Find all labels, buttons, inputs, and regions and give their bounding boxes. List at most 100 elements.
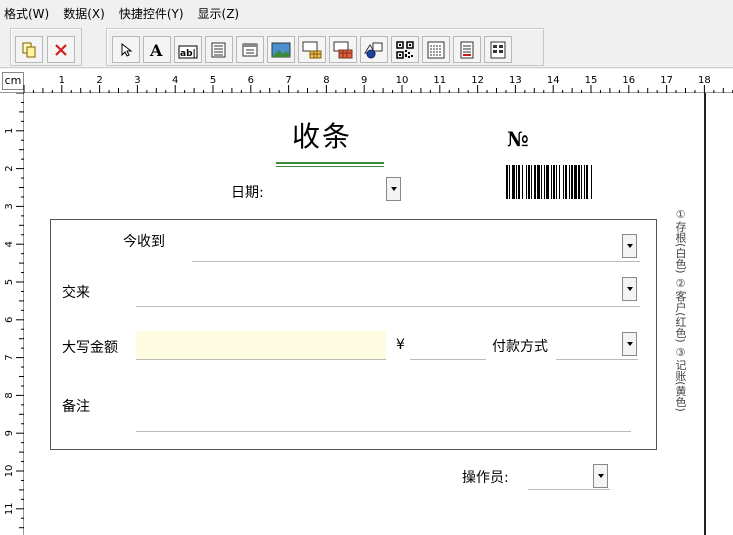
list-lines-icon (427, 41, 445, 58)
copy-button[interactable] (15, 36, 43, 63)
ruler-label: 11 (4, 502, 15, 515)
amount-field[interactable] (136, 331, 386, 359)
image-tool-button[interactable] (267, 36, 295, 63)
ruler-label: 3 (4, 203, 15, 209)
ruler-label: 15 (585, 75, 598, 86)
ruler-label: 9 (4, 430, 15, 436)
ruler-label: 8 (4, 392, 15, 398)
received-from-line (192, 261, 640, 262)
toolbar-group-controls: A ab| (106, 28, 544, 66)
barcode-bar (518, 165, 520, 199)
barcode-bar (534, 165, 536, 199)
amount-label[interactable]: 大写金额 (62, 337, 118, 357)
operator-label[interactable]: 操作员: (462, 467, 509, 487)
ruler-label: 4 (4, 241, 15, 247)
payment-method-line (556, 359, 638, 360)
ruler-label: 10 (4, 465, 15, 478)
barcode-bar (584, 165, 585, 199)
barcode-bar (578, 165, 580, 199)
toolbar: A ab| (0, 26, 733, 68)
list-lines-tool-button[interactable] (422, 36, 450, 63)
ruler-label: 18 (698, 75, 711, 86)
received-from-dropdown[interactable] (622, 234, 637, 258)
ruler-label: 5 (210, 75, 216, 86)
copies-note[interactable]: ①存根(白色) ②客户(红色) ③记账(黄色) (672, 208, 687, 412)
payment-method-dropdown[interactable] (622, 332, 637, 356)
menu-bar: 格式(W) 数据(X) 快捷控件(Y) 显示(Z) (0, 0, 733, 26)
image-icon (271, 42, 291, 57)
barcode-bar (541, 165, 542, 199)
doc-icon (460, 41, 474, 58)
currency-symbol[interactable]: ¥ (396, 337, 405, 353)
amount-line (136, 359, 386, 360)
barcode-bar (544, 165, 545, 199)
barcode-bar (591, 165, 592, 199)
operator-dropdown[interactable] (593, 464, 608, 488)
ruler-label: 6 (248, 75, 254, 86)
deliver-dropdown[interactable] (622, 277, 637, 301)
barcode-bar (559, 165, 560, 199)
grid-table-tool-button[interactable] (329, 36, 357, 63)
columns-tool-button[interactable] (484, 36, 512, 63)
barcode-bar (581, 165, 582, 199)
delete-icon (55, 43, 67, 56)
barcode-bar (537, 165, 540, 199)
design-canvas[interactable]: 收条 № 日期: 今收到 交来 大写金额 ¥ 付款方式 备注 操作员: ①存根(… (24, 93, 704, 535)
ruler-label: 16 (622, 75, 635, 86)
number-label[interactable]: № (507, 127, 529, 151)
barcode-bar (574, 165, 577, 199)
barcode-bar (528, 165, 530, 199)
menu-display[interactable]: 显示(Z) (198, 5, 240, 22)
text-tool-button[interactable]: A (143, 36, 171, 63)
menu-data[interactable]: 数据(X) (63, 5, 105, 22)
remark-label[interactable]: 备注 (62, 396, 90, 416)
ruler-label: 9 (361, 75, 367, 86)
deliver-line (136, 306, 640, 307)
table-tool-button[interactable] (298, 36, 326, 63)
barcode-bar (553, 165, 555, 199)
title-underline-2 (276, 166, 384, 167)
ruler-label: 3 (134, 75, 140, 86)
qrcode-icon (396, 40, 414, 59)
barcode-bar (531, 165, 532, 199)
pointer-icon (121, 42, 133, 57)
received-from-label[interactable]: 今收到 (123, 231, 165, 251)
window-tool-button[interactable] (236, 36, 264, 63)
window-icon (242, 43, 258, 56)
shape-icon (364, 42, 383, 58)
ruler-label: 12 (471, 75, 484, 86)
horizontal-ruler: cm 1 2 3 4 5 6 7 8 9 10 11 12 13 14 15 16 17 18 (0, 69, 733, 93)
doc-tool-button[interactable] (453, 36, 481, 63)
deliver-label[interactable]: 交来 (62, 282, 90, 302)
ruler-label: 7 (285, 75, 291, 86)
text-icon: A (149, 41, 163, 59)
barcode-bar (522, 165, 523, 199)
qrcode-tool-button[interactable] (391, 36, 419, 63)
title-underline (276, 162, 384, 164)
grid-table-icon (333, 41, 353, 58)
barcode-bar (571, 165, 573, 199)
columns-icon (490, 41, 506, 58)
textbox-tool-button[interactable]: ab| (174, 36, 202, 63)
barcode-bar (526, 165, 527, 199)
horizontal-ruler-ticks: 1 2 3 4 5 6 7 8 9 10 11 12 13 14 15 16 17 18 (23, 75, 733, 93)
pointer-tool-button[interactable] (112, 36, 140, 63)
svg-text:A: A (149, 41, 163, 59)
ruler-label: 5 (4, 279, 15, 285)
barcode[interactable] (506, 165, 660, 199)
date-label[interactable]: 日期: (231, 182, 264, 202)
barcode-bar (565, 165, 567, 199)
ruler-label: 7 (4, 354, 15, 360)
payment-method-label[interactable]: 付款方式 (492, 336, 548, 356)
delete-button[interactable] (47, 36, 75, 63)
menu-format[interactable]: 格式(W) (4, 5, 49, 22)
barcode-bar (512, 165, 515, 199)
vertical-ruler: 1 2 3 4 5 6 7 8 9 10 11 (0, 93, 24, 535)
list-tool-button[interactable] (205, 36, 233, 63)
form-title[interactable]: 收条 (292, 115, 352, 155)
barcode-bar (509, 165, 510, 199)
shape-tool-button[interactable] (360, 36, 388, 63)
operator-line (528, 489, 610, 490)
menu-quick-controls[interactable]: 快捷控件(Y) (119, 5, 184, 22)
date-dropdown[interactable] (386, 177, 401, 201)
